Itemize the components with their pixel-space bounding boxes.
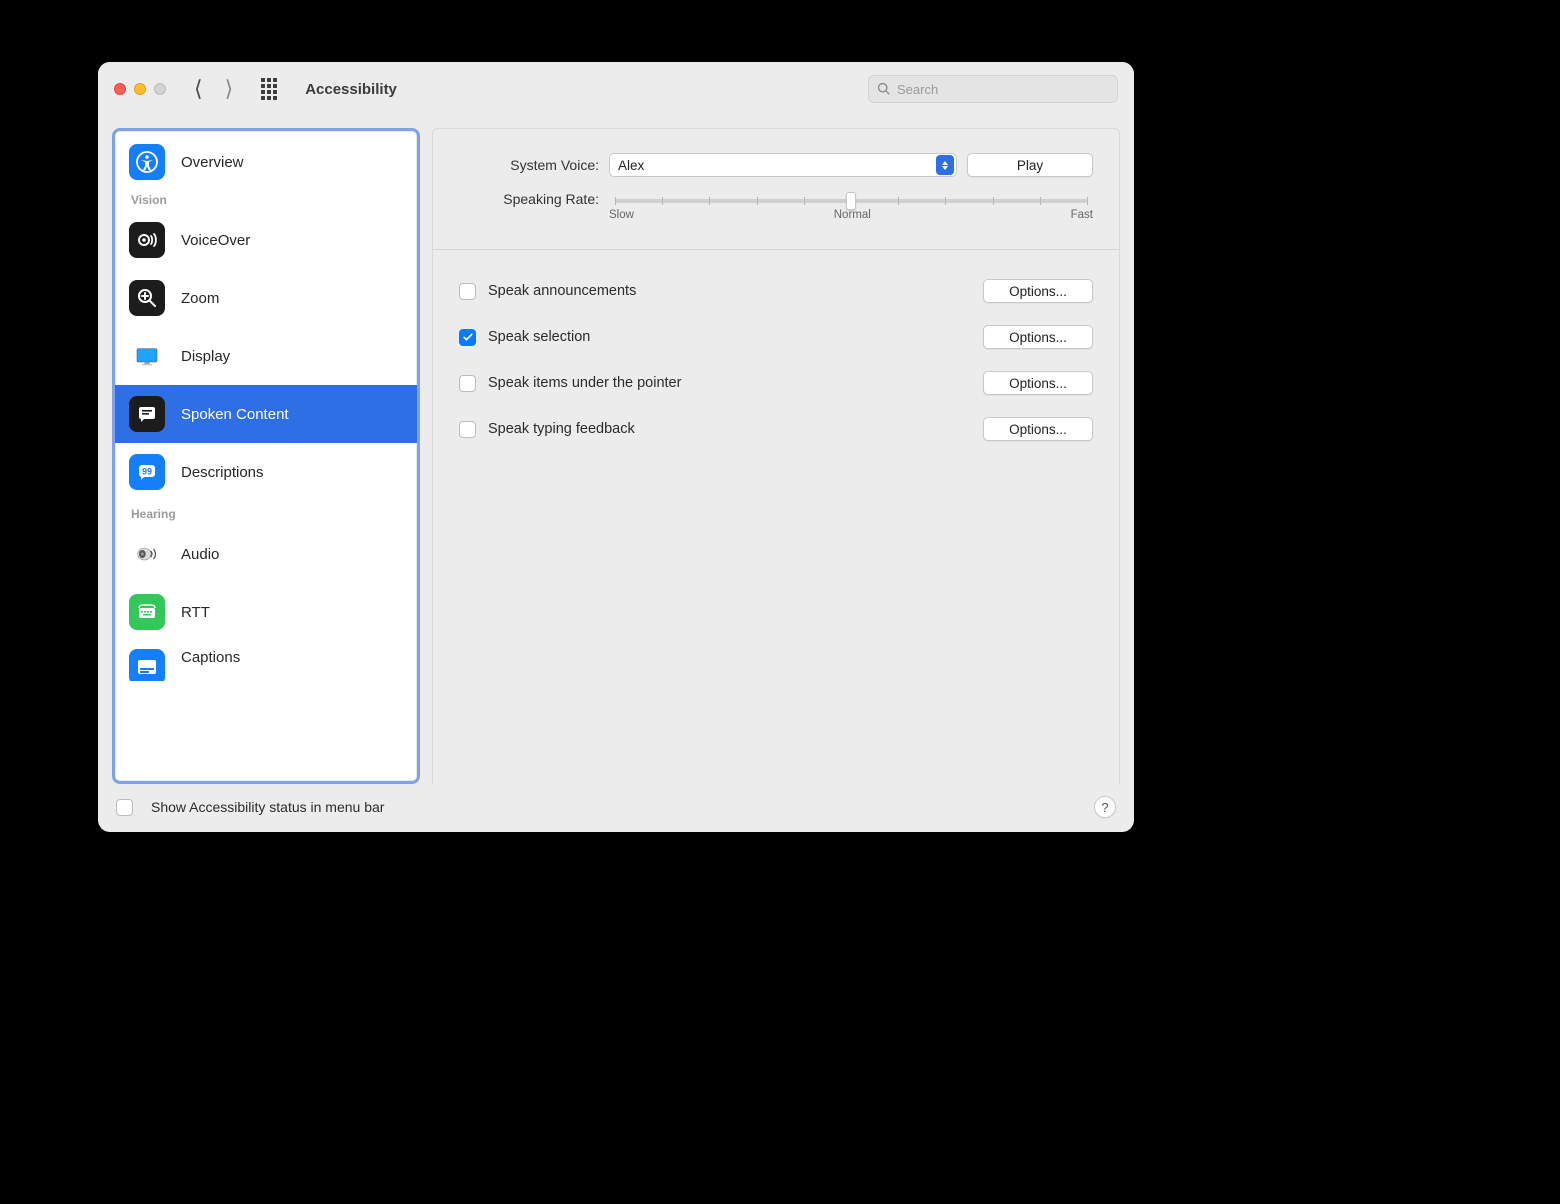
sidebar-item-captions[interactable]: Captions [115, 641, 417, 681]
speak-announcements-label: Speak announcements [488, 283, 983, 299]
footer: Show Accessibility status in menu bar ? [98, 784, 1134, 832]
sidebar-item-label: VoiceOver [181, 232, 250, 249]
search-icon [877, 82, 891, 96]
speak-pointer-row: Speak items under the pointer Options... [459, 360, 1093, 406]
speak-pointer-options-button[interactable]: Options... [983, 371, 1093, 395]
minimize-window-button[interactable] [134, 83, 146, 95]
sidebar-item-descriptions[interactable]: 99 Descriptions [115, 443, 417, 501]
sidebar-item-label: Overview [181, 154, 244, 171]
sidebar-item-label: Spoken Content [181, 406, 289, 423]
sidebar-item-audio[interactable]: Audio [115, 525, 417, 583]
nav-arrows: ⟨ ⟩ [194, 78, 233, 100]
help-button[interactable]: ? [1094, 796, 1116, 818]
sidebar-item-overview[interactable]: Overview [115, 137, 417, 187]
speak-typing-options-button[interactable]: Options... [983, 417, 1093, 441]
window-title: Accessibility [305, 81, 397, 98]
svg-text:99: 99 [142, 467, 152, 477]
captions-icon [129, 649, 165, 681]
sidebar-item-label: Descriptions [181, 464, 264, 481]
speak-selection-checkbox[interactable] [459, 329, 476, 346]
sidebar: Overview Vision VoiceOver Zoom [112, 128, 420, 784]
system-voice-label: System Voice: [459, 157, 609, 173]
speak-selection-row: Speak selection Options... [459, 314, 1093, 360]
voiceover-icon [129, 222, 165, 258]
system-voice-popup[interactable]: Alex [609, 153, 957, 177]
descriptions-icon: 99 [129, 454, 165, 490]
speak-selection-options-button[interactable]: Options... [983, 325, 1093, 349]
speak-selection-label: Speak selection [488, 329, 983, 345]
sidebar-item-label: Display [181, 348, 230, 365]
titlebar: ⟨ ⟩ Accessibility [98, 62, 1134, 116]
search-input[interactable] [897, 82, 1109, 97]
speaking-rate-slider[interactable] [615, 199, 1087, 203]
show-all-icon[interactable] [259, 79, 279, 99]
speak-pointer-label: Speak items under the pointer [488, 375, 983, 391]
sidebar-item-voiceover[interactable]: VoiceOver [115, 211, 417, 269]
speak-announcements-checkbox[interactable] [459, 283, 476, 300]
system-voice-value: Alex [618, 158, 644, 173]
popup-arrows-icon [936, 155, 954, 175]
rate-fast-label: Fast [1071, 209, 1093, 221]
sidebar-item-label: Zoom [181, 290, 219, 307]
speak-typing-row: Speak typing feedback Options... [459, 406, 1093, 452]
sidebar-item-label: Captions [181, 649, 240, 666]
accessibility-icon [129, 144, 165, 180]
zoom-window-button [154, 83, 166, 95]
show-status-label: Show Accessibility status in menu bar [151, 799, 384, 815]
sidebar-item-spoken-content[interactable]: Spoken Content [115, 385, 417, 443]
rtt-icon [129, 594, 165, 630]
display-icon [129, 338, 165, 374]
rate-slow-label: Slow [609, 209, 634, 221]
sidebar-group-hearing: Hearing [115, 501, 417, 525]
speak-pointer-checkbox[interactable] [459, 375, 476, 392]
divider [433, 249, 1119, 250]
sidebar-item-label: RTT [181, 604, 210, 621]
main-panel: System Voice: Alex Play Speaking Rate: [432, 128, 1120, 784]
close-window-button[interactable] [114, 83, 126, 95]
spoken-content-icon [129, 396, 165, 432]
back-button[interactable]: ⟨ [194, 78, 203, 100]
speak-announcements-row: Speak announcements Options... [459, 268, 1093, 314]
sidebar-item-label: Audio [181, 546, 219, 563]
speak-typing-label: Speak typing feedback [488, 421, 983, 437]
zoom-icon [129, 280, 165, 316]
slider-thumb[interactable] [846, 192, 856, 210]
sidebar-item-display[interactable]: Display [115, 327, 417, 385]
sidebar-item-zoom[interactable]: Zoom [115, 269, 417, 327]
checkmark-icon [462, 331, 474, 343]
forward-button: ⟩ [225, 78, 234, 100]
show-status-checkbox[interactable] [116, 799, 133, 816]
speaking-rate-label: Speaking Rate: [459, 191, 609, 207]
sidebar-group-vision: Vision [115, 187, 417, 211]
audio-icon [129, 536, 165, 572]
speak-announcements-options-button[interactable]: Options... [983, 279, 1093, 303]
preferences-window: ⟨ ⟩ Accessibility Overview [98, 62, 1134, 832]
play-button[interactable]: Play [967, 153, 1093, 177]
sidebar-item-rtt[interactable]: RTT [115, 583, 417, 641]
window-controls [114, 83, 166, 95]
rate-normal-label: Normal [834, 209, 871, 221]
speak-typing-checkbox[interactable] [459, 421, 476, 438]
search-field[interactable] [868, 75, 1118, 103]
